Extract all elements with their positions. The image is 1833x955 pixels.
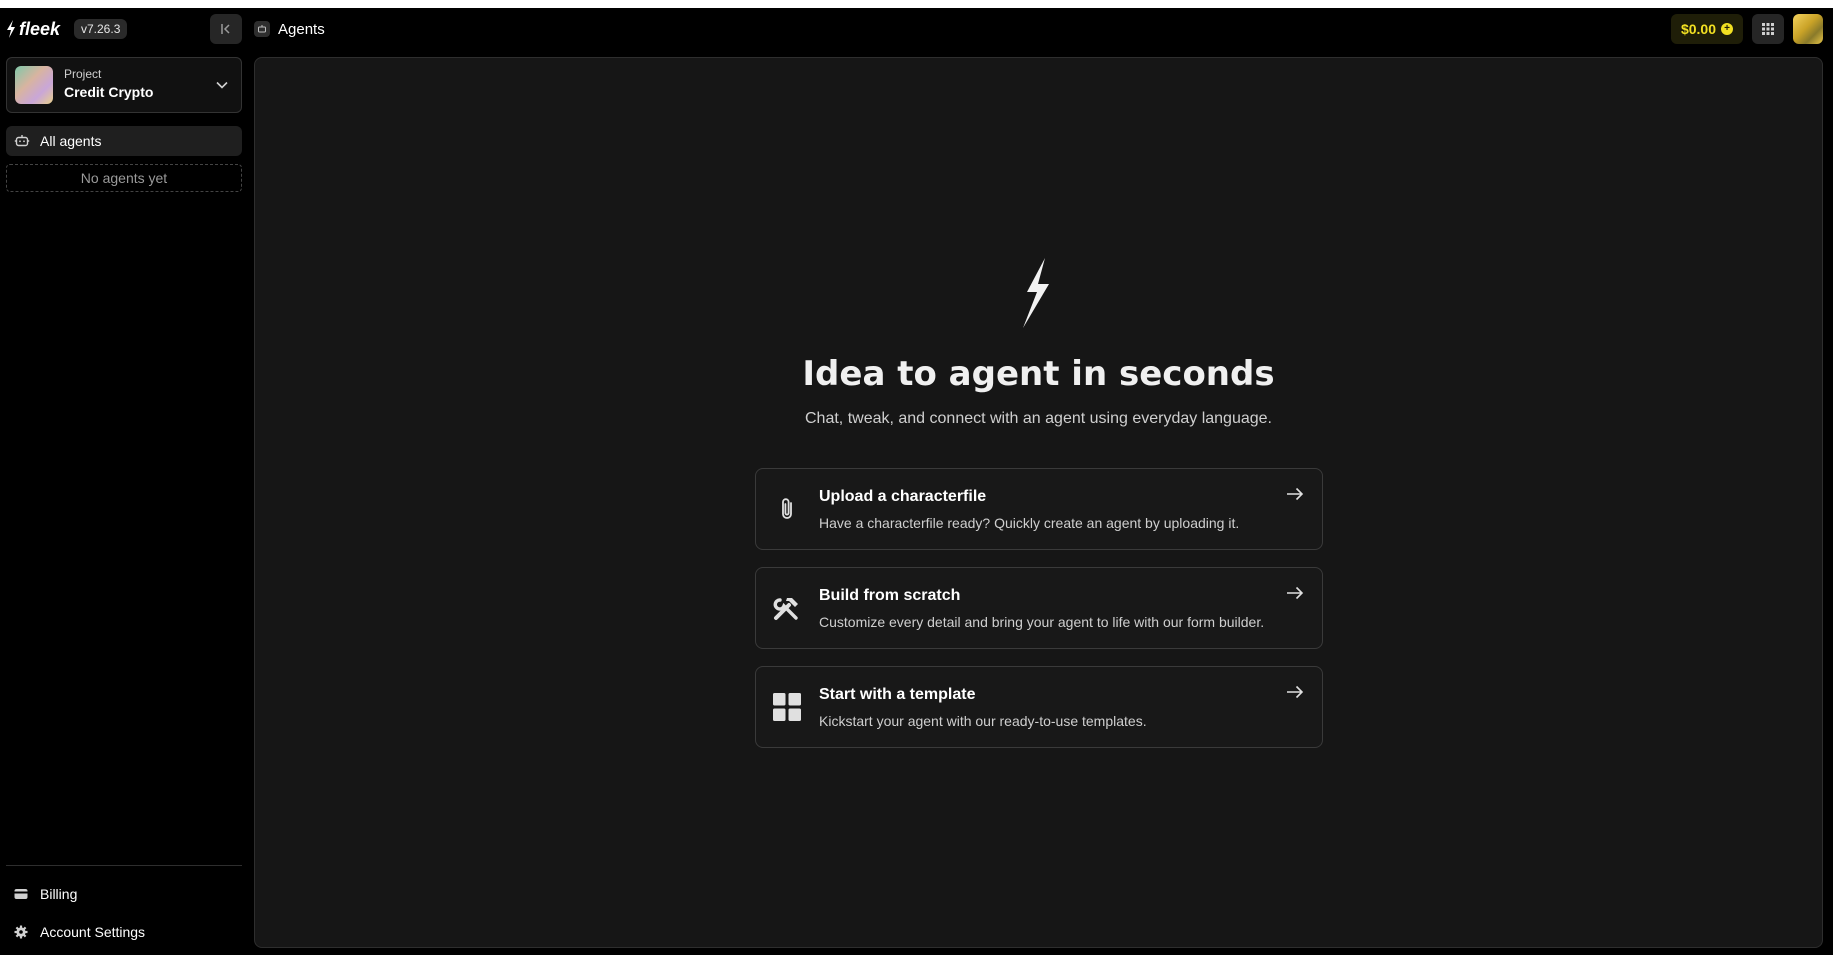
top-header: fleek v7.26.3 Agents $0.00 + <box>0 8 1833 50</box>
main-content: Idea to agent in seconds Chat, tweak, an… <box>254 57 1823 948</box>
project-thumbnail <box>15 66 53 104</box>
sidebar-item-billing[interactable]: Billing <box>6 880 242 908</box>
brand-name: fleek <box>19 18 61 39</box>
option-description: Have a characterfile ready? Quickly crea… <box>819 515 1240 531</box>
build-from-scratch-card[interactable]: Build from scratch Customize every detai… <box>755 567 1323 649</box>
chevron-down-icon <box>216 81 228 89</box>
balance-button[interactable]: $0.00 + <box>1671 14 1743 44</box>
option-description: Kickstart your agent with our ready-to-u… <box>819 713 1147 729</box>
page-subtitle: Chat, tweak, and connect with an agent u… <box>805 410 1272 427</box>
arrow-right-icon <box>1287 487 1304 501</box>
gear-icon <box>14 925 28 939</box>
user-avatar[interactable] <box>1793 14 1823 44</box>
sidebar-item-label: All agents <box>40 133 102 149</box>
project-caption: Project <box>64 67 102 81</box>
balance-amount: $0.00 <box>1680 21 1717 37</box>
credit-card-icon <box>14 889 28 899</box>
project-name: Credit Crypto <box>64 84 154 100</box>
empty-agents-placeholder: No agents yet <box>6 164 242 192</box>
fleek-logo[interactable]: fleek <box>6 18 60 40</box>
bolt-icon <box>1023 258 1049 328</box>
account-settings-label: Account Settings <box>40 924 146 940</box>
option-title: Build from scratch <box>819 587 961 604</box>
coin-icon: + <box>1721 23 1734 35</box>
window-top-strip <box>0 0 1833 8</box>
version-badge: v7.26.3 <box>74 19 128 39</box>
arrow-right-icon <box>1287 685 1304 699</box>
page-title: Idea to agent in seconds <box>802 354 1275 394</box>
grid-icon <box>1762 23 1774 35</box>
sidebar: Project Credit Crypto All agents No agen… <box>0 50 254 955</box>
collapse-sidebar-icon <box>221 24 230 34</box>
sidebar-item-account-settings[interactable]: Account Settings <box>6 918 242 946</box>
sidebar-item-all-agents[interactable]: All agents <box>6 126 242 156</box>
collapse-sidebar-button[interactable] <box>210 14 242 44</box>
project-selector[interactable]: Project Credit Crypto <box>6 57 242 113</box>
breadcrumb: Agents <box>254 19 325 39</box>
upload-characterfile-card[interactable]: Upload a characterfile Have a characterf… <box>755 468 1323 550</box>
start-with-template-card[interactable]: Start with a template Kickstart your age… <box>755 666 1323 748</box>
sidebar-divider <box>6 865 242 866</box>
robot-icon <box>254 21 270 37</box>
breadcrumb-label[interactable]: Agents <box>278 21 325 38</box>
billing-label: Billing <box>40 886 78 902</box>
template-grid-icon <box>772 692 802 722</box>
option-description: Customize every detail and bring your ag… <box>819 614 1265 630</box>
option-title: Upload a characterfile <box>819 488 987 505</box>
paperclip-icon <box>772 494 802 524</box>
tools-icon <box>772 593 802 623</box>
bolt-icon <box>7 20 15 38</box>
arrow-right-icon <box>1287 586 1304 600</box>
robot-icon <box>14 135 30 147</box>
apps-menu-button[interactable] <box>1752 14 1784 44</box>
option-title: Start with a template <box>819 686 976 703</box>
